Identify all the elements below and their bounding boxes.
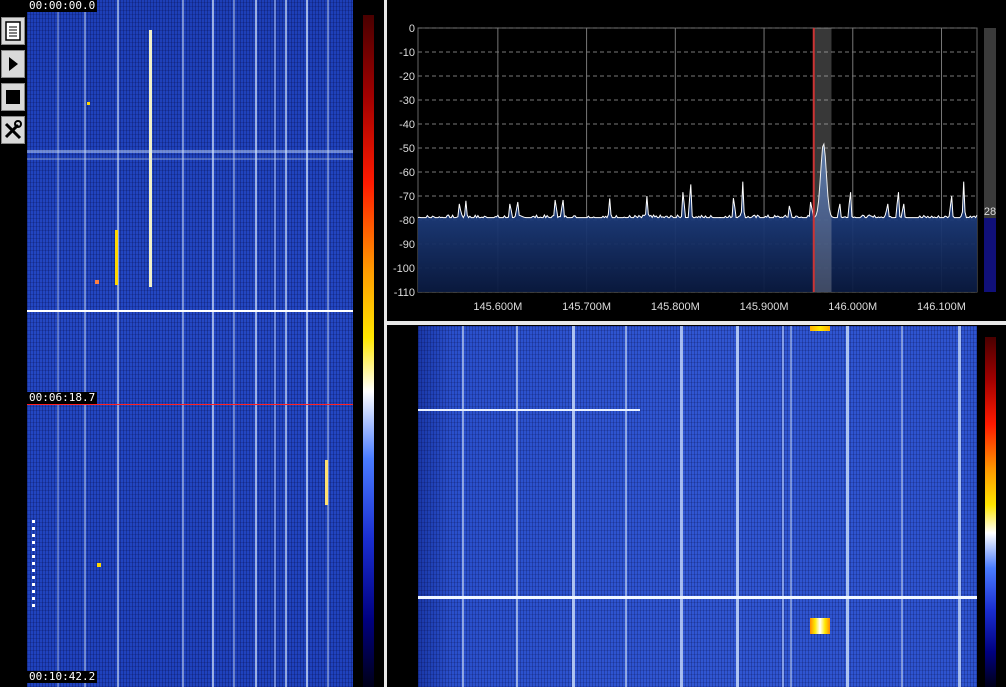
- tools-icon: [4, 120, 22, 140]
- y-tick-label: -60: [399, 167, 415, 179]
- y-tick-label: -10: [399, 47, 415, 59]
- stop-icon: [6, 90, 20, 104]
- timestamp-middle: 00:06:18.7: [27, 391, 98, 404]
- x-tick-label: 145.900M: [740, 301, 789, 313]
- level-meter-fill: [984, 218, 996, 292]
- y-tick-label: -110: [394, 287, 415, 299]
- play-button[interactable]: [1, 50, 25, 78]
- x-tick-label: 146.100M: [917, 301, 966, 313]
- timestamp-end: 00:10:42.2: [27, 670, 98, 683]
- y-tick-label: 0: [409, 23, 415, 35]
- left-color-scale: [363, 15, 374, 687]
- y-tick-label: -80: [399, 215, 415, 227]
- x-tick-label: 146.000M: [828, 301, 877, 313]
- settings-button[interactable]: [1, 116, 25, 144]
- y-tick-label: -70: [399, 191, 415, 203]
- y-tick-label: -50: [399, 143, 415, 155]
- document-icon: [5, 21, 21, 41]
- play-icon: [9, 57, 18, 71]
- x-tick-label: 145.600M: [473, 301, 522, 313]
- y-tick-label: -30: [399, 95, 415, 107]
- right-waterfall[interactable]: [418, 326, 977, 687]
- horizontal-separator[interactable]: [387, 321, 1006, 325]
- right-color-scale: [985, 337, 996, 687]
- x-tick-label: 145.700M: [562, 301, 611, 313]
- timestamp-start: 00:00:00.0: [27, 0, 98, 12]
- y-tick-label: -90: [399, 239, 415, 251]
- spectrum-plot[interactable]: 0 -10 -20 -30 -40 -50 -60 -70 -80 -90 -100 -110 145.…: [387, 0, 1006, 320]
- y-tick-label: -20: [399, 71, 415, 83]
- y-tick-label: -100: [393, 263, 415, 275]
- left-waterfall[interactable]: [27, 0, 353, 687]
- selection-band: [813, 28, 832, 292]
- log-button[interactable]: [1, 17, 25, 45]
- stop-button[interactable]: [1, 83, 25, 111]
- x-tick-label: 145.800M: [651, 301, 700, 313]
- level-meter-value: 28: [984, 206, 996, 218]
- y-tick-label: -40: [399, 119, 415, 131]
